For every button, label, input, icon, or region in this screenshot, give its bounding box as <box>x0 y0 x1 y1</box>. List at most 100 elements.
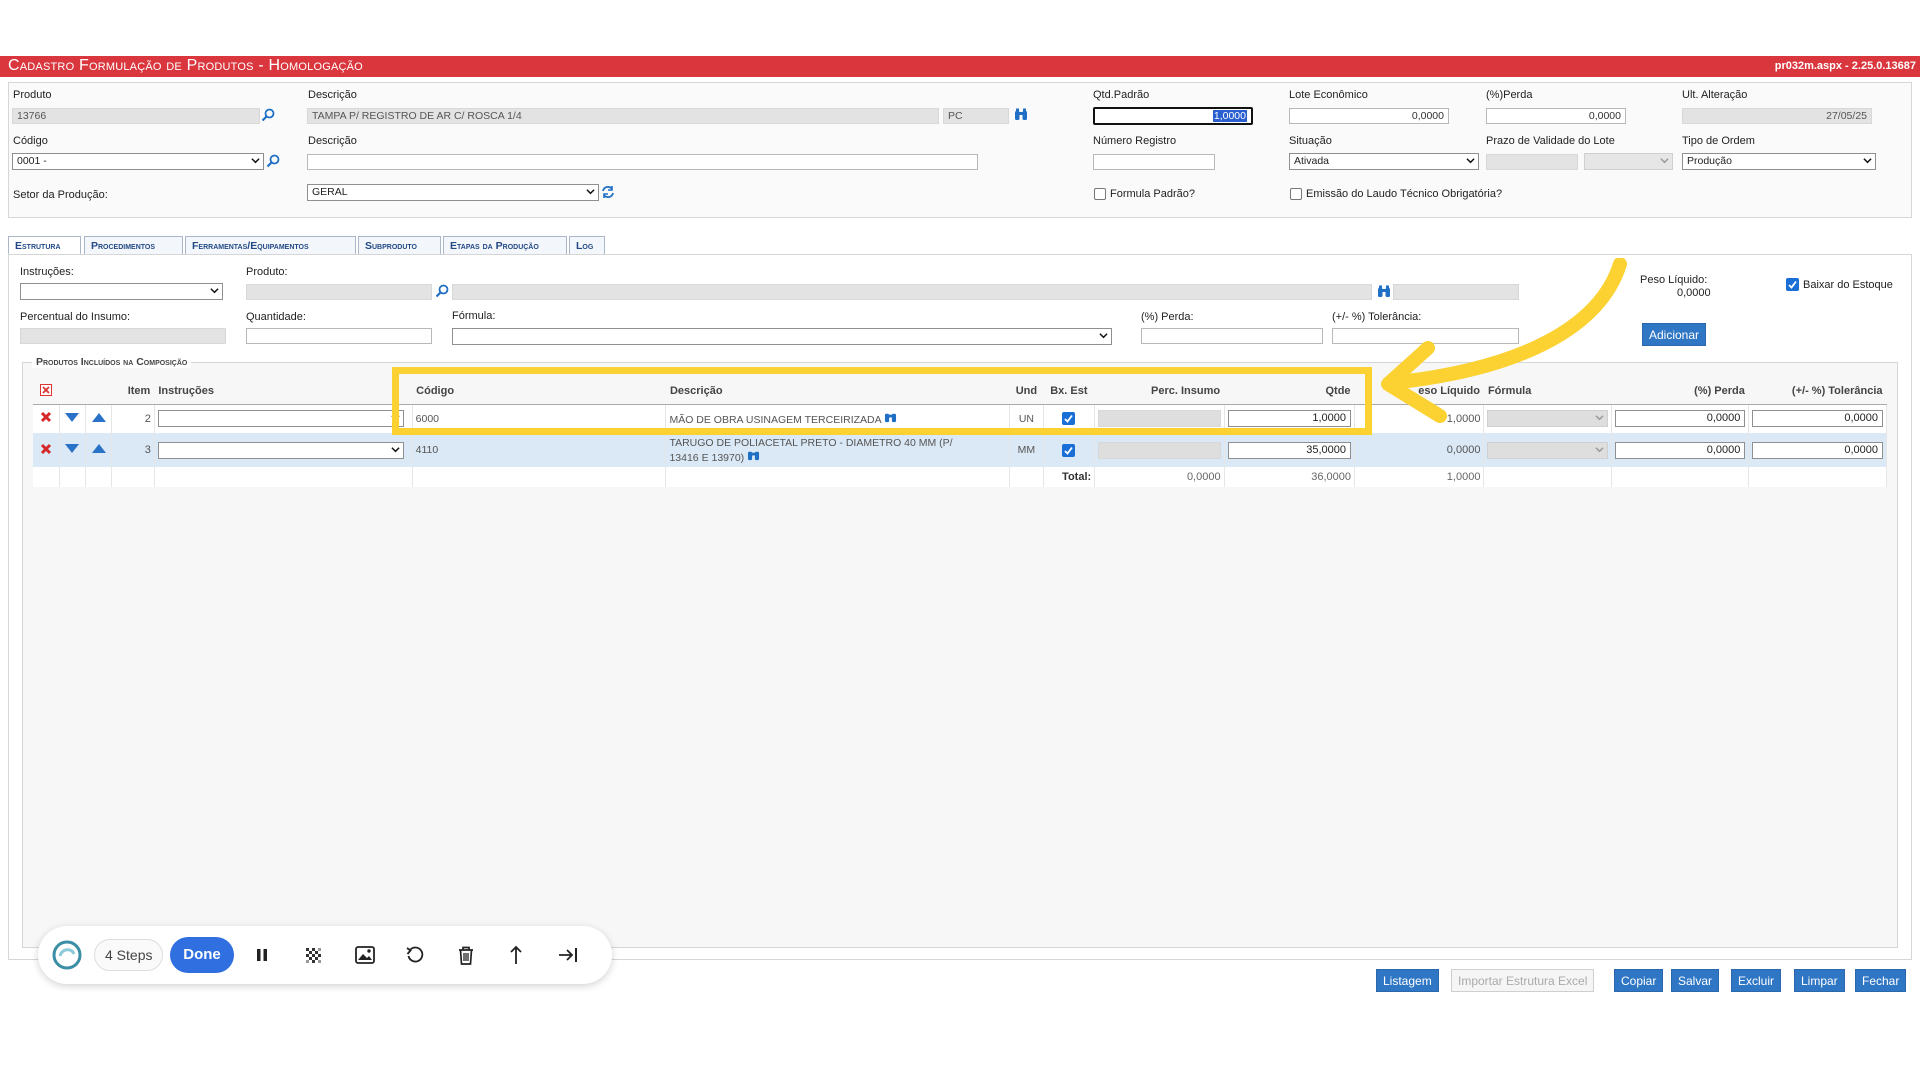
move-down-icon[interactable] <box>65 444 80 453</box>
fechar-button[interactable]: Fechar <box>1855 969 1907 992</box>
skip-to-end-icon[interactable] <box>558 946 578 964</box>
prazo-validade-input <box>1486 154 1578 170</box>
binoculars-icon[interactable] <box>747 449 760 461</box>
lote-economico-input[interactable]: 0,0000 <box>1289 108 1449 124</box>
blur-icon[interactable] <box>304 946 322 964</box>
search-icon[interactable] <box>435 284 449 298</box>
percentual-insumo-input <box>20 328 226 344</box>
row-instrucoes-select[interactable] <box>157 410 404 428</box>
refresh-icon[interactable] <box>601 185 615 199</box>
copiar-button[interactable]: Copiar <box>1614 969 1664 992</box>
quantidade-input[interactable] <box>246 328 432 344</box>
tab-ferramentas[interactable]: Ferramentas/Equipamentos <box>185 236 356 255</box>
search-icon[interactable] <box>261 108 275 122</box>
delete-all-icon[interactable] <box>40 383 53 396</box>
descricao2-label: Descrição <box>308 135 357 147</box>
trash-icon[interactable] <box>457 946 475 965</box>
composicao-legend: Produtos Incluídos na Composição <box>32 356 192 368</box>
formula-padrao-checkbox[interactable] <box>1094 188 1106 200</box>
prazo-validade-select <box>1584 153 1673 170</box>
unidade-input: PC <box>943 108 1009 124</box>
salvar-button[interactable]: Salvar <box>1671 969 1720 992</box>
row-und: MM <box>1009 433 1044 467</box>
tipo-ordem-select[interactable]: Produção <box>1682 153 1876 170</box>
totals-row: Total: 0,0000 36,0000 1,0000 <box>33 467 1887 487</box>
descricao-label: Descrição <box>308 89 357 101</box>
perda-input[interactable]: 0,0000 <box>1486 108 1626 124</box>
row-formula-select <box>1487 441 1608 459</box>
row-peso-liquido: 0,0000 <box>1354 433 1485 467</box>
header-panel <box>8 82 1912 218</box>
move-up-icon[interactable] <box>91 444 106 453</box>
tab-subproduto[interactable]: Subproduto <box>358 236 441 255</box>
codigo-label: Código <box>13 135 48 147</box>
table-row[interactable]: 3 4110 TARUGO DE POLIACETAL PRETO - DIAM… <box>33 433 1887 467</box>
delete-row-icon[interactable] <box>40 443 52 455</box>
numero-registro-label: Número Registro <box>1093 135 1177 147</box>
produto-estrutura-input[interactable] <box>246 284 432 300</box>
baixar-estoque-checkbox[interactable] <box>1786 278 1799 291</box>
situacao-select[interactable]: Ativada <box>1289 153 1479 170</box>
row-perda-input[interactable]: 0,0000 <box>1614 441 1746 459</box>
binoculars-icon[interactable] <box>1014 108 1028 121</box>
col-instrucoes: Instruções <box>154 379 413 405</box>
row-instrucoes-select[interactable] <box>157 441 404 459</box>
perda-label: (%)Perda <box>1486 89 1533 101</box>
title-bar: Cadastro Formulação de Produtos - Homolo… <box>0 56 1920 77</box>
move-down-icon[interactable] <box>65 412 80 422</box>
tipo-ordem-label: Tipo de Ordem <box>1682 135 1755 147</box>
delete-all-header[interactable] <box>33 379 60 405</box>
tab-estrutura[interactable]: Estrutura <box>8 236 81 255</box>
row-descricao: TARUGO DE POLIACETAL PRETO - DIAMETRO 40… <box>665 433 1011 467</box>
tab-etapas-producao[interactable]: Etapas da Produção <box>443 236 567 255</box>
total-peso-liquido: 1,0000 <box>1354 467 1485 487</box>
steps-counter[interactable]: 4 Steps <box>94 939 164 971</box>
percentual-insumo-label: Percentual do Insumo: <box>20 311 131 323</box>
total-qtde: 36,0000 <box>1224 467 1356 487</box>
formula-padrao-label: Formula Padrão? <box>1110 188 1195 200</box>
col-tolerancia: (+/- %) Tolerância <box>1748 379 1887 405</box>
pause-icon[interactable] <box>254 947 270 963</box>
move-up-icon[interactable] <box>91 412 106 422</box>
descricao2-input[interactable] <box>307 154 978 170</box>
row-perc-insumo-input <box>1098 441 1221 459</box>
perda-estrutura-input[interactable] <box>1141 328 1323 344</box>
row-qtde-input[interactable]: 35,0000 <box>1227 441 1352 459</box>
importar-excel-button: Importar Estrutura Excel <box>1451 969 1595 992</box>
search-icon[interactable] <box>266 154 280 168</box>
row-tolerancia-input[interactable]: 0,0000 <box>1752 441 1883 459</box>
setor-select[interactable]: GERAL <box>307 184 599 201</box>
undo-icon[interactable] <box>406 946 424 964</box>
numero-registro-input[interactable] <box>1093 154 1215 170</box>
qtd-padrao-label: Qtd.Padrão <box>1093 89 1150 101</box>
move-up-arrow-icon[interactable] <box>508 945 524 965</box>
excluir-button[interactable]: Excluir <box>1731 969 1782 992</box>
emissao-laudo-checkbox[interactable] <box>1290 188 1302 200</box>
instrucoes-select[interactable] <box>20 283 223 300</box>
formula-label: Fórmula: <box>452 310 496 322</box>
descricao-input: TAMPA P/ REGISTRO DE AR C/ ROSCA 1/4 <box>307 108 939 124</box>
recorder-toolbar: 4 Steps Done <box>38 926 612 984</box>
tab-procedimentos[interactable]: Procedimentos <box>84 236 183 255</box>
listagem-button[interactable]: Listagem <box>1376 969 1439 992</box>
qtd-padrao-input[interactable]: 1,0000 <box>1093 107 1253 125</box>
total-perc-insumo: 0,0000 <box>1094 467 1225 487</box>
tab-log[interactable]: Log <box>569 236 605 255</box>
image-icon[interactable] <box>355 946 375 964</box>
ult-alteracao-label: Ult. Alteração <box>1682 89 1748 101</box>
limpar-button[interactable]: Limpar <box>1794 969 1845 992</box>
codigo-select[interactable]: 0001 - <box>12 153 264 170</box>
row-item: 3 <box>111 433 155 467</box>
perda-estrutura-label: (%) Perda: <box>1141 311 1194 323</box>
produto-input[interactable]: 13766 <box>12 108 260 124</box>
row-tolerancia-input[interactable]: 0,0000 <box>1752 410 1883 428</box>
adicionar-button[interactable]: Adicionar <box>1642 323 1707 346</box>
highlight-box <box>392 367 1372 435</box>
delete-row-icon[interactable] <box>40 411 52 423</box>
formula-select[interactable] <box>452 328 1112 345</box>
done-button[interactable]: Done <box>170 937 234 973</box>
row-bx-est-checkbox[interactable] <box>1062 443 1076 457</box>
prazo-validade-label: Prazo de Validade do Lote <box>1486 135 1615 147</box>
baixar-estoque-label: Baixar do Estoque <box>1803 279 1893 291</box>
lote-economico-label: Lote Econômico <box>1289 89 1368 101</box>
